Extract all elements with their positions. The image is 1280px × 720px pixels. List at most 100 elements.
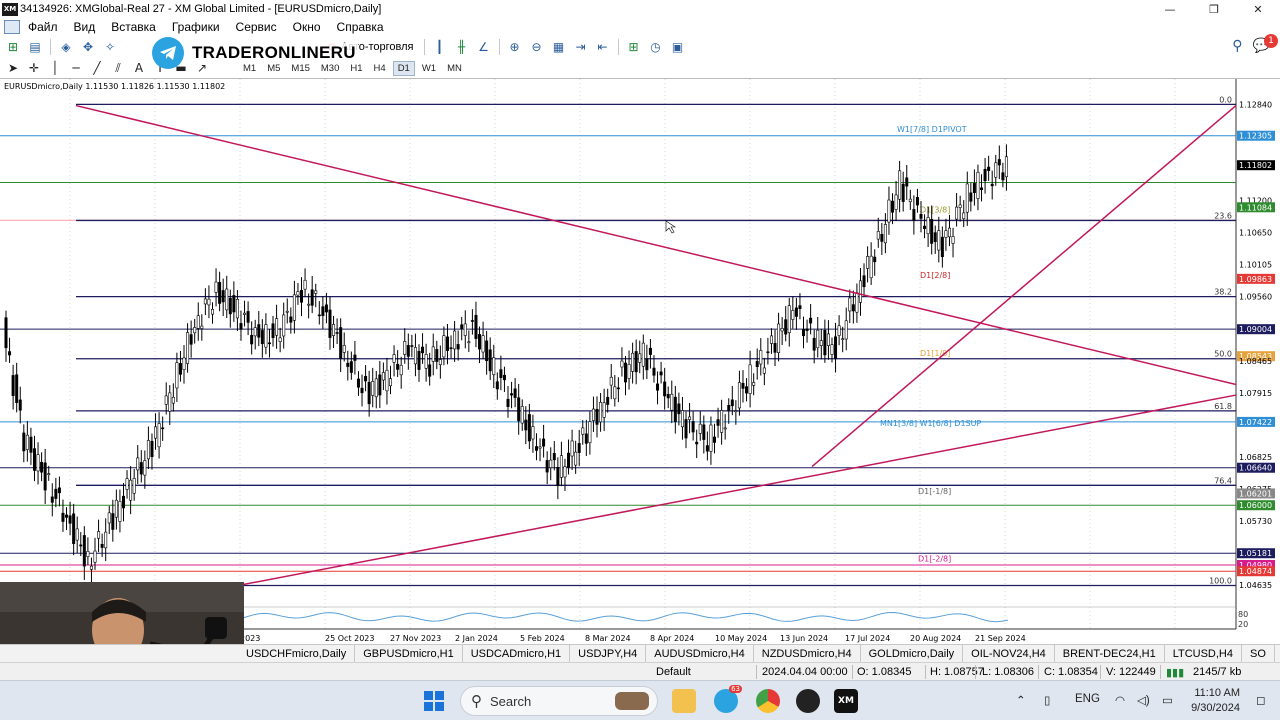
candle-body — [584, 433, 588, 444]
volume-icon[interactable]: ◁) — [1137, 693, 1150, 707]
candle-body — [962, 212, 966, 219]
candle-body — [819, 340, 823, 346]
notification-bell-icon[interactable]: ◻ — [1256, 693, 1266, 707]
messages-icon[interactable]: 💬 1 — [1253, 34, 1278, 54]
windows-start-icon[interactable] — [424, 691, 444, 711]
tab-nzdusd[interactable]: NZDUSDmicro,H4 — [754, 644, 861, 663]
tab-gbpusd[interactable]: GBPUSDmicro,H1 — [355, 644, 463, 663]
candle-body — [449, 347, 453, 350]
menu-tools[interactable]: Сервис — [228, 20, 285, 34]
candle-body — [663, 381, 667, 397]
tab-usdchf[interactable]: USDCHFmicro,Daily — [0, 644, 356, 663]
tab-brent[interactable]: BRENT-DEC24,H1 — [1055, 644, 1165, 663]
timeframe-h4[interactable]: H4 — [370, 62, 390, 75]
wifi-icon[interactable]: ◠ — [1115, 693, 1125, 707]
restore-button[interactable]: ❐ — [1192, 0, 1236, 18]
close-button[interactable]: ✕ — [1236, 0, 1280, 18]
price-tag-label: 1.11802 — [1239, 161, 1272, 170]
candle-body — [634, 351, 638, 373]
search-placeholder: Search — [490, 693, 532, 709]
chart-shift-icon[interactable]: ⇤ — [594, 39, 612, 55]
cursor-icon[interactable]: ➤ — [4, 60, 22, 76]
telegram-icon[interactable]: 63 — [714, 685, 742, 713]
menu-view[interactable]: Вид — [66, 20, 104, 34]
tray-app-icon[interactable]: ▯ — [1044, 693, 1050, 707]
fib-label: 23.6 — [1214, 211, 1232, 220]
candle-body — [463, 323, 467, 336]
obs-icon[interactable] — [796, 689, 820, 713]
clock[interactable]: 11:10 AM 9/30/2024 — [1191, 686, 1240, 716]
terminal-window: { "window":{"title":"34134926: XMGlobal-… — [0, 0, 1280, 720]
price-tag-label: 1.05181 — [1239, 549, 1272, 558]
chart-window[interactable]: 0.0 23.6 38.2 50.0 61.8 76.4 100.0 W1[7/8] D1PI… — [0, 78, 1280, 645]
tab-audusd[interactable]: AUDUSDmicro,H4 — [646, 644, 754, 663]
date-label: 17 Jul 2024 — [845, 634, 890, 643]
zoom-out-icon[interactable]: ⊖ — [528, 39, 546, 55]
tab-gold[interactable]: GOLDmicro,Daily — [861, 644, 964, 663]
candle-body — [278, 337, 282, 342]
status-bar: Default 2024.04.04 00:00 O: 1.08345 H: 1… — [0, 662, 1280, 680]
templates-icon[interactable]: ▣ — [669, 39, 687, 55]
menu-charts[interactable]: Графики — [164, 20, 228, 34]
chrome-icon[interactable] — [756, 689, 780, 713]
candle-body — [68, 515, 72, 524]
search-icon[interactable]: ⚲ — [1232, 38, 1242, 54]
candle-body — [748, 364, 752, 394]
fib-label: 76.4 — [1214, 476, 1232, 485]
telegram-logo-icon — [152, 37, 184, 69]
level-label: D1[-1/8] — [918, 487, 951, 496]
line-chart-icon[interactable]: ∠ — [475, 39, 493, 55]
candle-body — [599, 402, 603, 423]
candle-body — [997, 159, 1001, 166]
favorites-icon[interactable]: ✧ — [101, 39, 119, 55]
timeframe-d1[interactable]: D1 — [392, 60, 415, 76]
tab-oil[interactable]: OIL-NOV24,H4 — [963, 644, 1055, 663]
candle-body — [659, 371, 663, 376]
vertical-line-icon[interactable]: │ — [46, 60, 64, 76]
tile-windows-icon[interactable]: ▦ — [550, 39, 568, 55]
tab-so[interactable]: SO — [1242, 644, 1275, 663]
tab-ltcusd[interactable]: LTCUSD,H4 — [1165, 644, 1242, 663]
bar-chart-icon[interactable]: ┃ — [431, 39, 449, 55]
battery-icon[interactable]: ▭ — [1162, 693, 1173, 707]
timeframe-w1[interactable]: W1 — [418, 62, 440, 75]
language-indicator[interactable]: ENG — [1075, 693, 1100, 705]
menu-file[interactable]: Файл — [20, 20, 66, 34]
zoom-in-icon[interactable]: ⊕ — [506, 39, 524, 55]
xm-taskbar-icon[interactable]: XM — [834, 689, 858, 713]
menu-help[interactable]: Справка — [329, 20, 392, 34]
text-icon[interactable]: A — [130, 60, 148, 76]
candle-body — [965, 183, 969, 213]
navigator-icon[interactable]: ✥ — [79, 39, 97, 55]
minimize-button[interactable]: — — [1148, 0, 1192, 18]
file-explorer-icon[interactable] — [672, 689, 696, 713]
price-chart[interactable]: 0.0 23.6 38.2 50.0 61.8 76.4 100.0 W1[7/8] D1PI… — [0, 79, 1280, 645]
trendline-icon[interactable]: ╱ — [88, 60, 106, 76]
horizontal-line-icon[interactable]: ─ — [67, 60, 85, 76]
profiles-icon[interactable]: ▤ — [26, 39, 44, 55]
chart-menu-icon[interactable] — [4, 20, 20, 34]
market-watch-icon[interactable]: ◈ — [57, 39, 75, 55]
candle-body — [958, 204, 962, 208]
tray-chevron-icon[interactable]: ⌃ — [1016, 693, 1026, 707]
candle-body — [488, 349, 492, 372]
menu-window[interactable]: Окно — [285, 20, 329, 34]
tab-usdjpy[interactable]: USDJPY,H4 — [570, 644, 647, 663]
new-chart-icon[interactable]: ⊞ — [4, 39, 22, 55]
candle-body — [652, 367, 656, 376]
candlestick-icon[interactable]: ╫ — [453, 39, 471, 55]
crosshair-icon[interactable]: ✛ — [25, 60, 43, 76]
candle-body — [930, 219, 934, 244]
level-label: D1[2/8] — [920, 271, 950, 280]
tab-usdcad[interactable]: USDCADmicro,H1 — [463, 644, 571, 663]
indicators-icon[interactable]: ⊞ — [625, 39, 643, 55]
candle-body — [36, 454, 40, 472]
channel-icon[interactable]: ⫽ — [109, 60, 127, 76]
periods-icon[interactable]: ◷ — [647, 39, 665, 55]
scroll-end-icon[interactable]: ⇥ — [572, 39, 590, 55]
timeframe-mn[interactable]: MN — [443, 62, 466, 75]
candle-body — [944, 230, 948, 238]
menu-insert[interactable]: Вставка — [103, 20, 164, 34]
taskbar-search[interactable]: ⚲ Search — [460, 686, 658, 716]
candle-body — [923, 225, 927, 230]
